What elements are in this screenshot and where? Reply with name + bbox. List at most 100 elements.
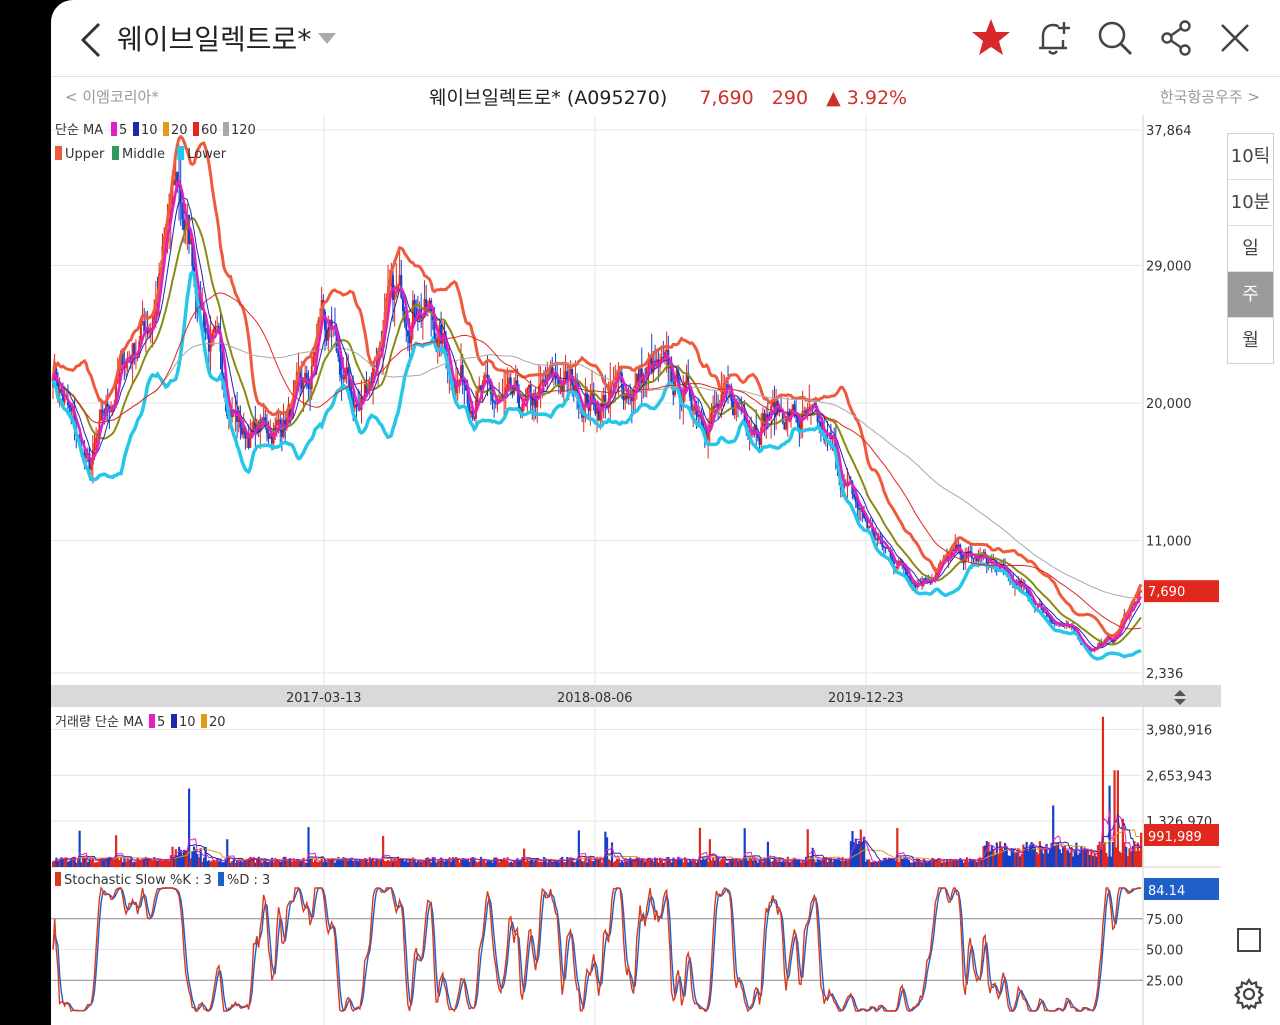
bollinger-legend-swatch xyxy=(112,146,119,160)
volume-bar xyxy=(896,828,899,867)
volume-ma-legend-label: 20 xyxy=(209,715,226,730)
stock-title[interactable]: 웨이브일렉트로* xyxy=(117,18,311,58)
candle-body xyxy=(868,526,870,528)
ma-legend-swatch xyxy=(223,122,229,136)
volume-bar xyxy=(78,830,81,867)
candle-body xyxy=(760,427,763,445)
candle-body xyxy=(249,433,252,448)
x-axis-date-label: 2017-03-13 xyxy=(286,691,362,706)
volume-legend-label: 거래량 단순 MA xyxy=(55,715,143,730)
stochastic-current-tag: 84.14 xyxy=(1148,884,1185,899)
ma-legend-label: 5 xyxy=(119,123,127,138)
candle-body xyxy=(476,391,479,401)
price-y-tick-label: 37,864 xyxy=(1146,124,1192,139)
candle-body xyxy=(493,400,496,403)
price-y-tick-label: 29,000 xyxy=(1146,259,1192,274)
candle-body xyxy=(204,327,207,333)
candle-body xyxy=(1020,586,1023,588)
settings-gear-icon[interactable] xyxy=(1232,977,1266,1011)
current-price: 7,690 xyxy=(699,87,754,109)
fullscreen-toggle-icon[interactable] xyxy=(1237,928,1261,952)
volume-ma-legend-swatch xyxy=(149,714,155,728)
volume-bar xyxy=(188,788,191,867)
back-icon[interactable] xyxy=(77,20,107,60)
candle-body xyxy=(314,351,317,356)
candle-body xyxy=(63,399,66,403)
candle-body xyxy=(340,374,343,378)
volume-ma-legend-swatch xyxy=(201,714,207,728)
candle-body xyxy=(337,351,340,357)
favorite-star-icon[interactable] xyxy=(969,16,1013,60)
candle-body xyxy=(393,291,396,300)
stock-subheader: < 이엠코리아* 웨이브일렉트로* (A095270) 7,690 290 ▲ … xyxy=(51,77,1280,115)
candle-body xyxy=(539,383,542,386)
ma-legend-swatch xyxy=(111,122,117,136)
candle-body xyxy=(1140,591,1142,593)
bollinger-legend-swatch xyxy=(55,146,62,160)
volume-ma-legend-swatch xyxy=(171,714,177,728)
stochastic-y-tick-label: 75.00 xyxy=(1146,913,1183,928)
candle-body xyxy=(1105,637,1108,640)
stochastic-y-tick-label: 25.00 xyxy=(1146,974,1183,989)
stochastic-d-legend-label: %D : 3 xyxy=(227,873,270,888)
stochastic-k-legend-label: Stochastic Slow %K : 3 xyxy=(64,873,212,888)
prev-stock-link[interactable]: < 이엠코리아* xyxy=(65,86,159,107)
next-stock-link[interactable]: 한국항공우주 > xyxy=(1160,86,1260,107)
candle-body xyxy=(400,274,403,298)
period-tick10[interactable]: 10틱 xyxy=(1228,134,1273,180)
volume-y-tick-label: 3,980,916 xyxy=(1146,723,1212,738)
stock-price-summary: 웨이브일렉트로* (A095270) 7,690 290 ▲ 3.92% xyxy=(429,83,907,110)
volume-ma-legend-label: 5 xyxy=(157,715,165,730)
candle-body xyxy=(338,356,341,375)
bollinger-legend-swatch xyxy=(177,146,185,160)
candle-body xyxy=(406,330,409,337)
period-week[interactable]: 주 xyxy=(1228,272,1273,318)
search-icon[interactable] xyxy=(1093,16,1137,60)
ma-legend-swatch xyxy=(133,122,139,136)
candle-body xyxy=(542,379,545,382)
dropdown-arrow-icon[interactable] xyxy=(318,33,336,44)
price-y-tick-label: 2,336 xyxy=(1146,667,1183,682)
candle-body xyxy=(1062,625,1065,627)
stock-chart[interactable]: 37,864 29,000 20,000 11,000 2,336 7,690 단순 MA 5… xyxy=(51,115,1221,1025)
candle-body xyxy=(647,363,650,368)
candle-body xyxy=(148,332,151,334)
volume-ma-legend-label: 10 xyxy=(179,715,196,730)
candle-body xyxy=(884,546,887,548)
share-icon[interactable] xyxy=(1154,16,1198,60)
stock-code-name: 웨이브일렉트로* (A095270) xyxy=(429,87,668,109)
period-month[interactable]: 월 xyxy=(1228,318,1273,363)
next-stock-name: 한국항공우주 xyxy=(1159,88,1243,106)
candle-body xyxy=(101,409,104,414)
candle-body xyxy=(275,419,278,426)
x-axis-date-label: 2019-12-23 xyxy=(828,691,904,706)
up-triangle-icon: ▲ xyxy=(826,87,841,109)
price-y-tick-label: 11,000 xyxy=(1146,535,1192,550)
ma-legend-label: 10 xyxy=(141,123,158,138)
stochastic-k-legend-swatch xyxy=(55,872,61,886)
period-day[interactable]: 일 xyxy=(1228,226,1273,272)
candle-body xyxy=(785,419,788,430)
stochastic-d-legend-swatch xyxy=(218,872,224,886)
app-header: 웨이브일렉트로* xyxy=(51,0,1280,77)
ma-legend-swatch xyxy=(193,122,199,136)
volume-bar xyxy=(1140,832,1143,867)
candle-body xyxy=(110,411,113,413)
candle-body xyxy=(395,291,398,293)
price-change-pct: 3.92% xyxy=(846,87,908,109)
candle-body xyxy=(312,355,315,367)
alarm-add-icon[interactable] xyxy=(1031,16,1075,60)
candle-body xyxy=(853,494,856,498)
candle-body xyxy=(106,403,109,407)
x-axis-strip xyxy=(51,685,1221,707)
close-icon[interactable] xyxy=(1213,16,1257,60)
candle-body xyxy=(496,403,499,405)
bollinger-legend-label: Lower xyxy=(187,147,227,162)
candle-body xyxy=(405,322,408,331)
candle-body xyxy=(854,497,857,503)
ma-legend-label: 120 xyxy=(231,123,256,138)
candle-body xyxy=(486,374,489,378)
period-min10[interactable]: 10분 xyxy=(1228,180,1273,226)
ma-legend-swatch xyxy=(163,122,169,136)
bollinger-legend-label: Upper xyxy=(65,147,105,162)
